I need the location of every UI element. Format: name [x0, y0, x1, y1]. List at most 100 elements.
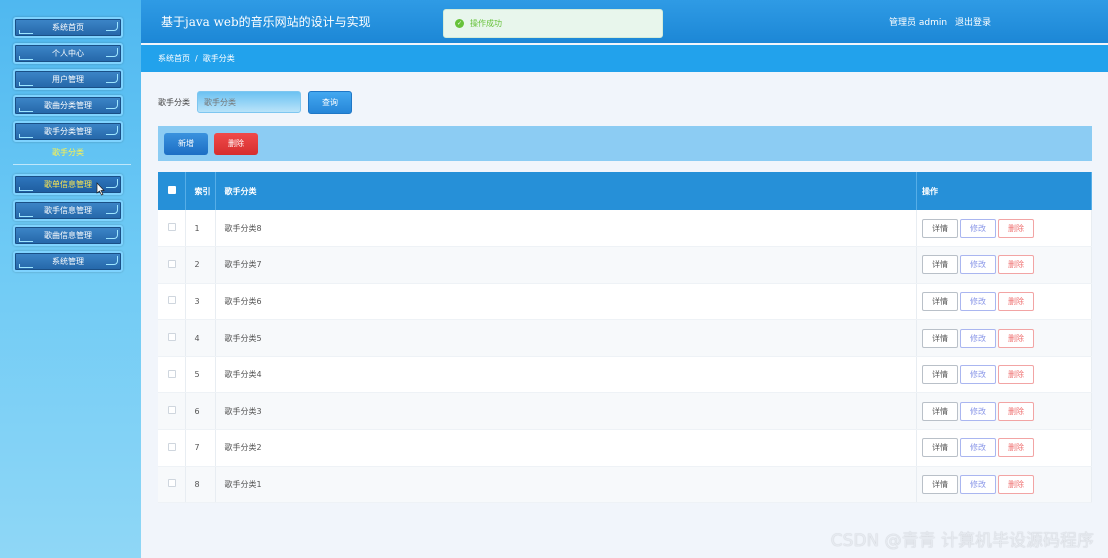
circuit-deco-icon	[106, 48, 118, 57]
breadcrumb-home[interactable]: 系统首页	[158, 54, 190, 63]
batch-delete-button[interactable]: 删除	[214, 133, 258, 155]
row-index: 5	[185, 356, 217, 394]
delete-button[interactable]: 删除	[998, 218, 1035, 238]
table-row: 7 歌手分类2 详情 修改 删除	[158, 429, 1092, 467]
circuit-deco-icon	[106, 205, 118, 214]
row-actions: 详情 修改 删除	[916, 356, 1092, 394]
sidebar-subitem-singer-category[interactable]: 歌手分类	[13, 145, 123, 161]
add-button[interactable]: 新增	[164, 133, 208, 155]
sidebar-item-profile[interactable]: 个人中心	[13, 43, 123, 64]
edit-button[interactable]: 修改	[960, 401, 997, 421]
delete-button[interactable]: 删除	[998, 365, 1035, 385]
detail-button[interactable]: 详情	[922, 291, 959, 311]
toast-text: 操作成功	[470, 19, 502, 28]
circuit-deco-icon	[106, 179, 118, 188]
table-row: 4 歌手分类5 详情 修改 删除	[158, 319, 1092, 357]
row-actions: 详情 修改 删除	[916, 319, 1092, 357]
user-area: 管理员 admin 退出登录	[889, 15, 991, 28]
detail-button[interactable]: 详情	[922, 328, 959, 348]
delete-button[interactable]: 删除	[998, 255, 1035, 275]
circuit-deco-icon	[19, 134, 33, 138]
row-checkbox[interactable]	[168, 223, 176, 232]
column-header-index: 索引	[185, 172, 217, 210]
sidebar-item-song-category[interactable]: 歌曲分类管理	[13, 95, 123, 116]
column-header-name: 歌手分类	[215, 172, 918, 210]
sidebar-item-singer-info[interactable]: 歌手信息管理	[13, 200, 123, 221]
row-checkbox-cell	[158, 319, 187, 357]
row-index: 7	[185, 429, 217, 467]
row-name: 歌手分类4	[215, 356, 918, 394]
detail-button[interactable]: 详情	[922, 438, 959, 458]
select-all-checkbox[interactable]	[168, 186, 176, 194]
edit-button[interactable]: 修改	[960, 365, 997, 385]
row-checkbox-cell	[158, 210, 187, 248]
row-checkbox[interactable]	[168, 259, 176, 268]
breadcrumb-separator: /	[195, 54, 198, 63]
detail-button[interactable]: 详情	[922, 365, 959, 385]
user-label: 管理员 admin	[889, 18, 948, 28]
row-checkbox-cell	[158, 283, 187, 321]
circuit-deco-icon	[19, 187, 33, 191]
delete-button[interactable]: 删除	[998, 328, 1035, 348]
detail-button[interactable]: 详情	[922, 255, 959, 275]
row-name: 歌手分类2	[215, 429, 918, 467]
sidebar-item-home[interactable]: 系统首页	[13, 17, 123, 38]
search-button[interactable]: 查询	[308, 91, 352, 114]
edit-button[interactable]: 修改	[960, 438, 997, 458]
sidebar-item-playlist[interactable]: 歌单信息管理	[13, 174, 123, 195]
row-actions: 详情 修改 删除	[916, 246, 1092, 284]
edit-button[interactable]: 修改	[960, 255, 997, 275]
delete-button[interactable]: 删除	[998, 401, 1035, 421]
row-index: 3	[185, 283, 217, 321]
circuit-deco-icon	[106, 22, 118, 31]
circuit-deco-icon	[19, 108, 33, 112]
row-name: 歌手分类6	[215, 283, 918, 321]
circuit-deco-icon	[19, 264, 33, 268]
sidebar-item-label: 歌单信息管理	[44, 180, 92, 189]
edit-button[interactable]: 修改	[960, 328, 997, 348]
row-name: 歌手分类7	[215, 246, 918, 284]
row-actions: 详情 修改 删除	[916, 466, 1092, 504]
sidebar-item-song-info[interactable]: 歌曲信息管理	[13, 225, 123, 246]
row-checkbox-cell	[158, 356, 187, 394]
row-actions: 详情 修改 删除	[916, 429, 1092, 467]
row-checkbox[interactable]	[168, 479, 176, 488]
row-index: 2	[185, 246, 217, 284]
row-checkbox[interactable]	[168, 369, 176, 378]
sidebar: 系统首页 个人中心 用户管理 歌曲分类管理 歌手分类管理 歌手分类 歌单信息管理…	[0, 0, 141, 558]
edit-button[interactable]: 修改	[960, 474, 997, 494]
sidebar-item-label: 歌手分类管理	[44, 127, 92, 136]
logout-link[interactable]: 退出登录	[955, 18, 991, 28]
row-actions: 详情 修改 删除	[916, 392, 1092, 431]
success-toast: ✓ 操作成功	[443, 9, 663, 38]
circuit-deco-icon	[19, 30, 33, 34]
table-row: 8 歌手分类1 详情 修改 删除	[158, 466, 1092, 504]
circuit-deco-icon	[19, 56, 33, 60]
row-checkbox[interactable]	[168, 296, 176, 305]
detail-button[interactable]: 详情	[922, 474, 959, 494]
row-actions: 详情 修改 删除	[916, 210, 1092, 248]
row-checkbox-cell	[158, 246, 187, 284]
detail-button[interactable]: 详情	[922, 401, 959, 421]
row-checkbox[interactable]	[168, 406, 176, 415]
sidebar-item-system[interactable]: 系统管理	[13, 251, 123, 272]
detail-button[interactable]: 详情	[922, 218, 959, 238]
edit-button[interactable]: 修改	[960, 291, 997, 311]
mouse-pointer-icon	[96, 182, 105, 196]
delete-button[interactable]: 删除	[998, 438, 1035, 458]
delete-button[interactable]: 删除	[998, 474, 1035, 494]
sidebar-item-singer-category[interactable]: 歌手分类管理	[13, 121, 123, 142]
search-input[interactable]	[197, 91, 301, 113]
row-checkbox[interactable]	[168, 442, 176, 451]
app-title: 基于java web的音乐网站的设计与实现	[161, 15, 371, 29]
table-row: 2 歌手分类7 详情 修改 删除	[158, 246, 1092, 284]
row-name: 歌手分类8	[215, 210, 918, 248]
circuit-deco-icon	[19, 82, 33, 86]
circuit-deco-icon	[106, 74, 118, 83]
edit-button[interactable]: 修改	[960, 218, 997, 238]
row-checkbox[interactable]	[168, 333, 176, 342]
delete-button[interactable]: 删除	[998, 291, 1035, 311]
sidebar-item-users[interactable]: 用户管理	[13, 69, 123, 90]
row-index: 8	[185, 466, 217, 504]
table-row: 5 歌手分类4 详情 修改 删除	[158, 356, 1092, 394]
